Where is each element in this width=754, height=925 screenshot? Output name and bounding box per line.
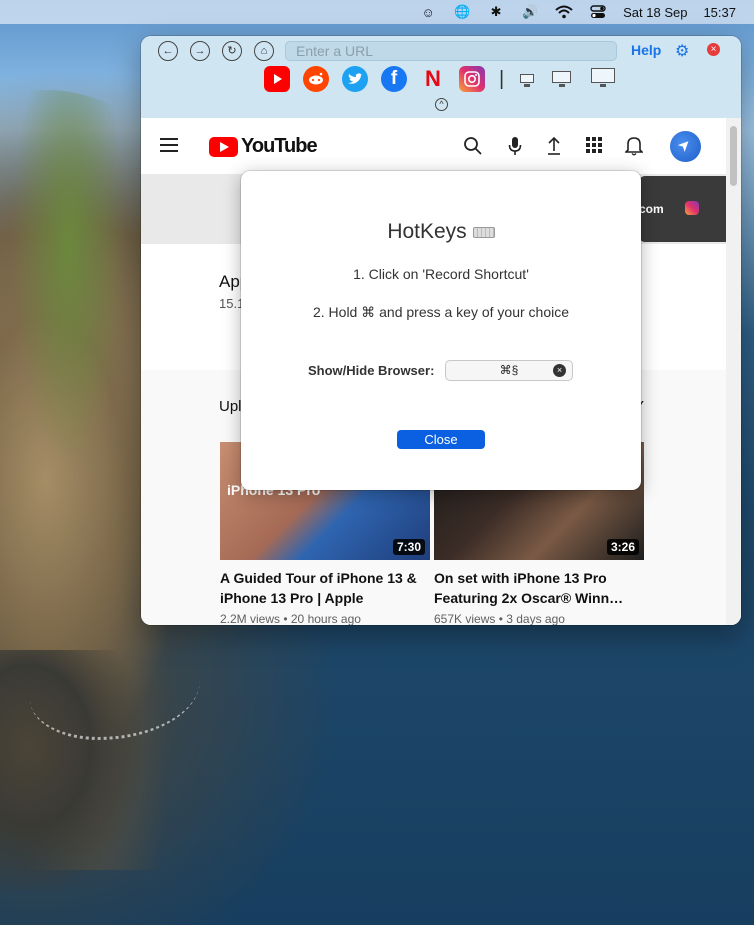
chevron-up-icon[interactable]: ^ <box>435 98 448 111</box>
wifi-icon[interactable] <box>555 4 573 20</box>
apps-grid-icon[interactable] <box>585 136 603 159</box>
large-screen-icon[interactable] <box>591 68 615 83</box>
record-shortcut-field[interactable]: ⌘§ × <box>445 360 573 381</box>
bluetooth-icon[interactable]: ✱ <box>487 4 505 20</box>
hotkey-value: ⌘§ <box>499 363 519 377</box>
menu-bar: ☺ 🌐 ✱ 🔊 Sat 18 Sep 15:37 <box>0 0 754 24</box>
small-screen-icon[interactable] <box>520 74 534 83</box>
scrollbar-thumb[interactable] <box>730 126 737 186</box>
keyboard-icon <box>472 226 495 238</box>
hotkeys-dialog: HotKeys 1. Click on 'Record Shortcut' 2.… <box>241 171 641 490</box>
video-duration: 3:26 <box>606 539 639 555</box>
video-meta: 2.2M views • 20 hours ago <box>220 612 361 625</box>
youtube-logo[interactable]: YouTube <box>209 135 318 158</box>
instruction-step-1: 1. Click on 'Record Shortcut' <box>353 266 529 282</box>
volume-icon[interactable]: 🔊 <box>521 4 539 20</box>
dialog-title: HotKeys <box>241 220 641 244</box>
video-title[interactable]: A Guided Tour of iPhone 13 & iPhone 13 P… <box>220 568 430 608</box>
instruction-step-2: 2. Hold ⌘ and press a key of your choice <box>312 304 570 320</box>
reddit-shortcut-icon[interactable] <box>303 66 329 92</box>
microphone-icon[interactable] <box>508 136 522 161</box>
avatar[interactable] <box>670 131 701 162</box>
instagram-shortcut-icon[interactable] <box>459 66 485 92</box>
close-button[interactable]: Close <box>397 430 485 449</box>
video-meta: 657K views • 3 days ago <box>434 612 565 625</box>
channel-banner-links[interactable]: com <box>639 176 726 242</box>
arrow-right-icon: → <box>194 44 206 57</box>
browser-toolbar: ← → ↻ ⌂ Enter a URL Help ⚙ × f N | ^ <box>141 36 741 118</box>
banner-link-text: com <box>639 202 664 216</box>
gear-icon[interactable]: ⚙ <box>675 41 689 61</box>
video-duration: 7:30 <box>392 539 425 555</box>
reload-button[interactable]: ↻ <box>222 41 242 61</box>
home-icon: ⌂ <box>260 44 268 57</box>
hotkey-label: Show/Hide Browser: <box>308 363 435 378</box>
video-title[interactable]: On set with iPhone 13 Pro Featuring 2x O… <box>434 568 644 608</box>
twitter-shortcut-icon[interactable] <box>342 66 368 92</box>
clear-shortcut-icon[interactable]: × <box>553 364 566 377</box>
dialog-title-text: HotKeys <box>387 220 467 243</box>
home-button[interactable]: ⌂ <box>254 41 274 61</box>
notifications-bell-icon[interactable] <box>624 136 644 161</box>
youtube-logo-text: YouTube <box>241 135 318 157</box>
page-scrollbar[interactable] <box>726 118 741 625</box>
menu-icon[interactable] <box>160 138 178 156</box>
forward-button[interactable]: → <box>190 41 210 61</box>
back-button[interactable]: ← <box>158 41 178 61</box>
help-link[interactable]: Help <box>631 42 661 58</box>
medium-screen-icon[interactable] <box>552 71 571 83</box>
youtube-play-icon <box>209 136 238 157</box>
close-icon[interactable]: × <box>707 43 720 56</box>
netflix-shortcut-icon[interactable]: N <box>420 66 446 92</box>
url-input[interactable]: Enter a URL <box>285 41 617 61</box>
menubar-date[interactable]: Sat 18 Sep <box>623 5 687 20</box>
arrow-left-icon: ← <box>162 44 174 57</box>
instagram-icon[interactable] <box>685 201 699 215</box>
app-icon[interactable]: ☺ <box>419 4 437 20</box>
toolbar-divider: | <box>499 68 505 90</box>
upload-icon[interactable] <box>546 136 562 161</box>
globe-icon[interactable]: 🌐 <box>453 4 471 20</box>
menubar-time[interactable]: 15:37 <box>703 5 736 20</box>
reload-icon: ↻ <box>227 44 237 57</box>
search-icon[interactable] <box>463 136 483 161</box>
section-title[interactable]: Upl <box>219 398 242 415</box>
youtube-shortcut-icon[interactable] <box>264 66 290 92</box>
facebook-shortcut-icon[interactable]: f <box>381 66 407 92</box>
control-center-icon[interactable] <box>589 4 607 20</box>
youtube-header: YouTube <box>141 118 726 174</box>
